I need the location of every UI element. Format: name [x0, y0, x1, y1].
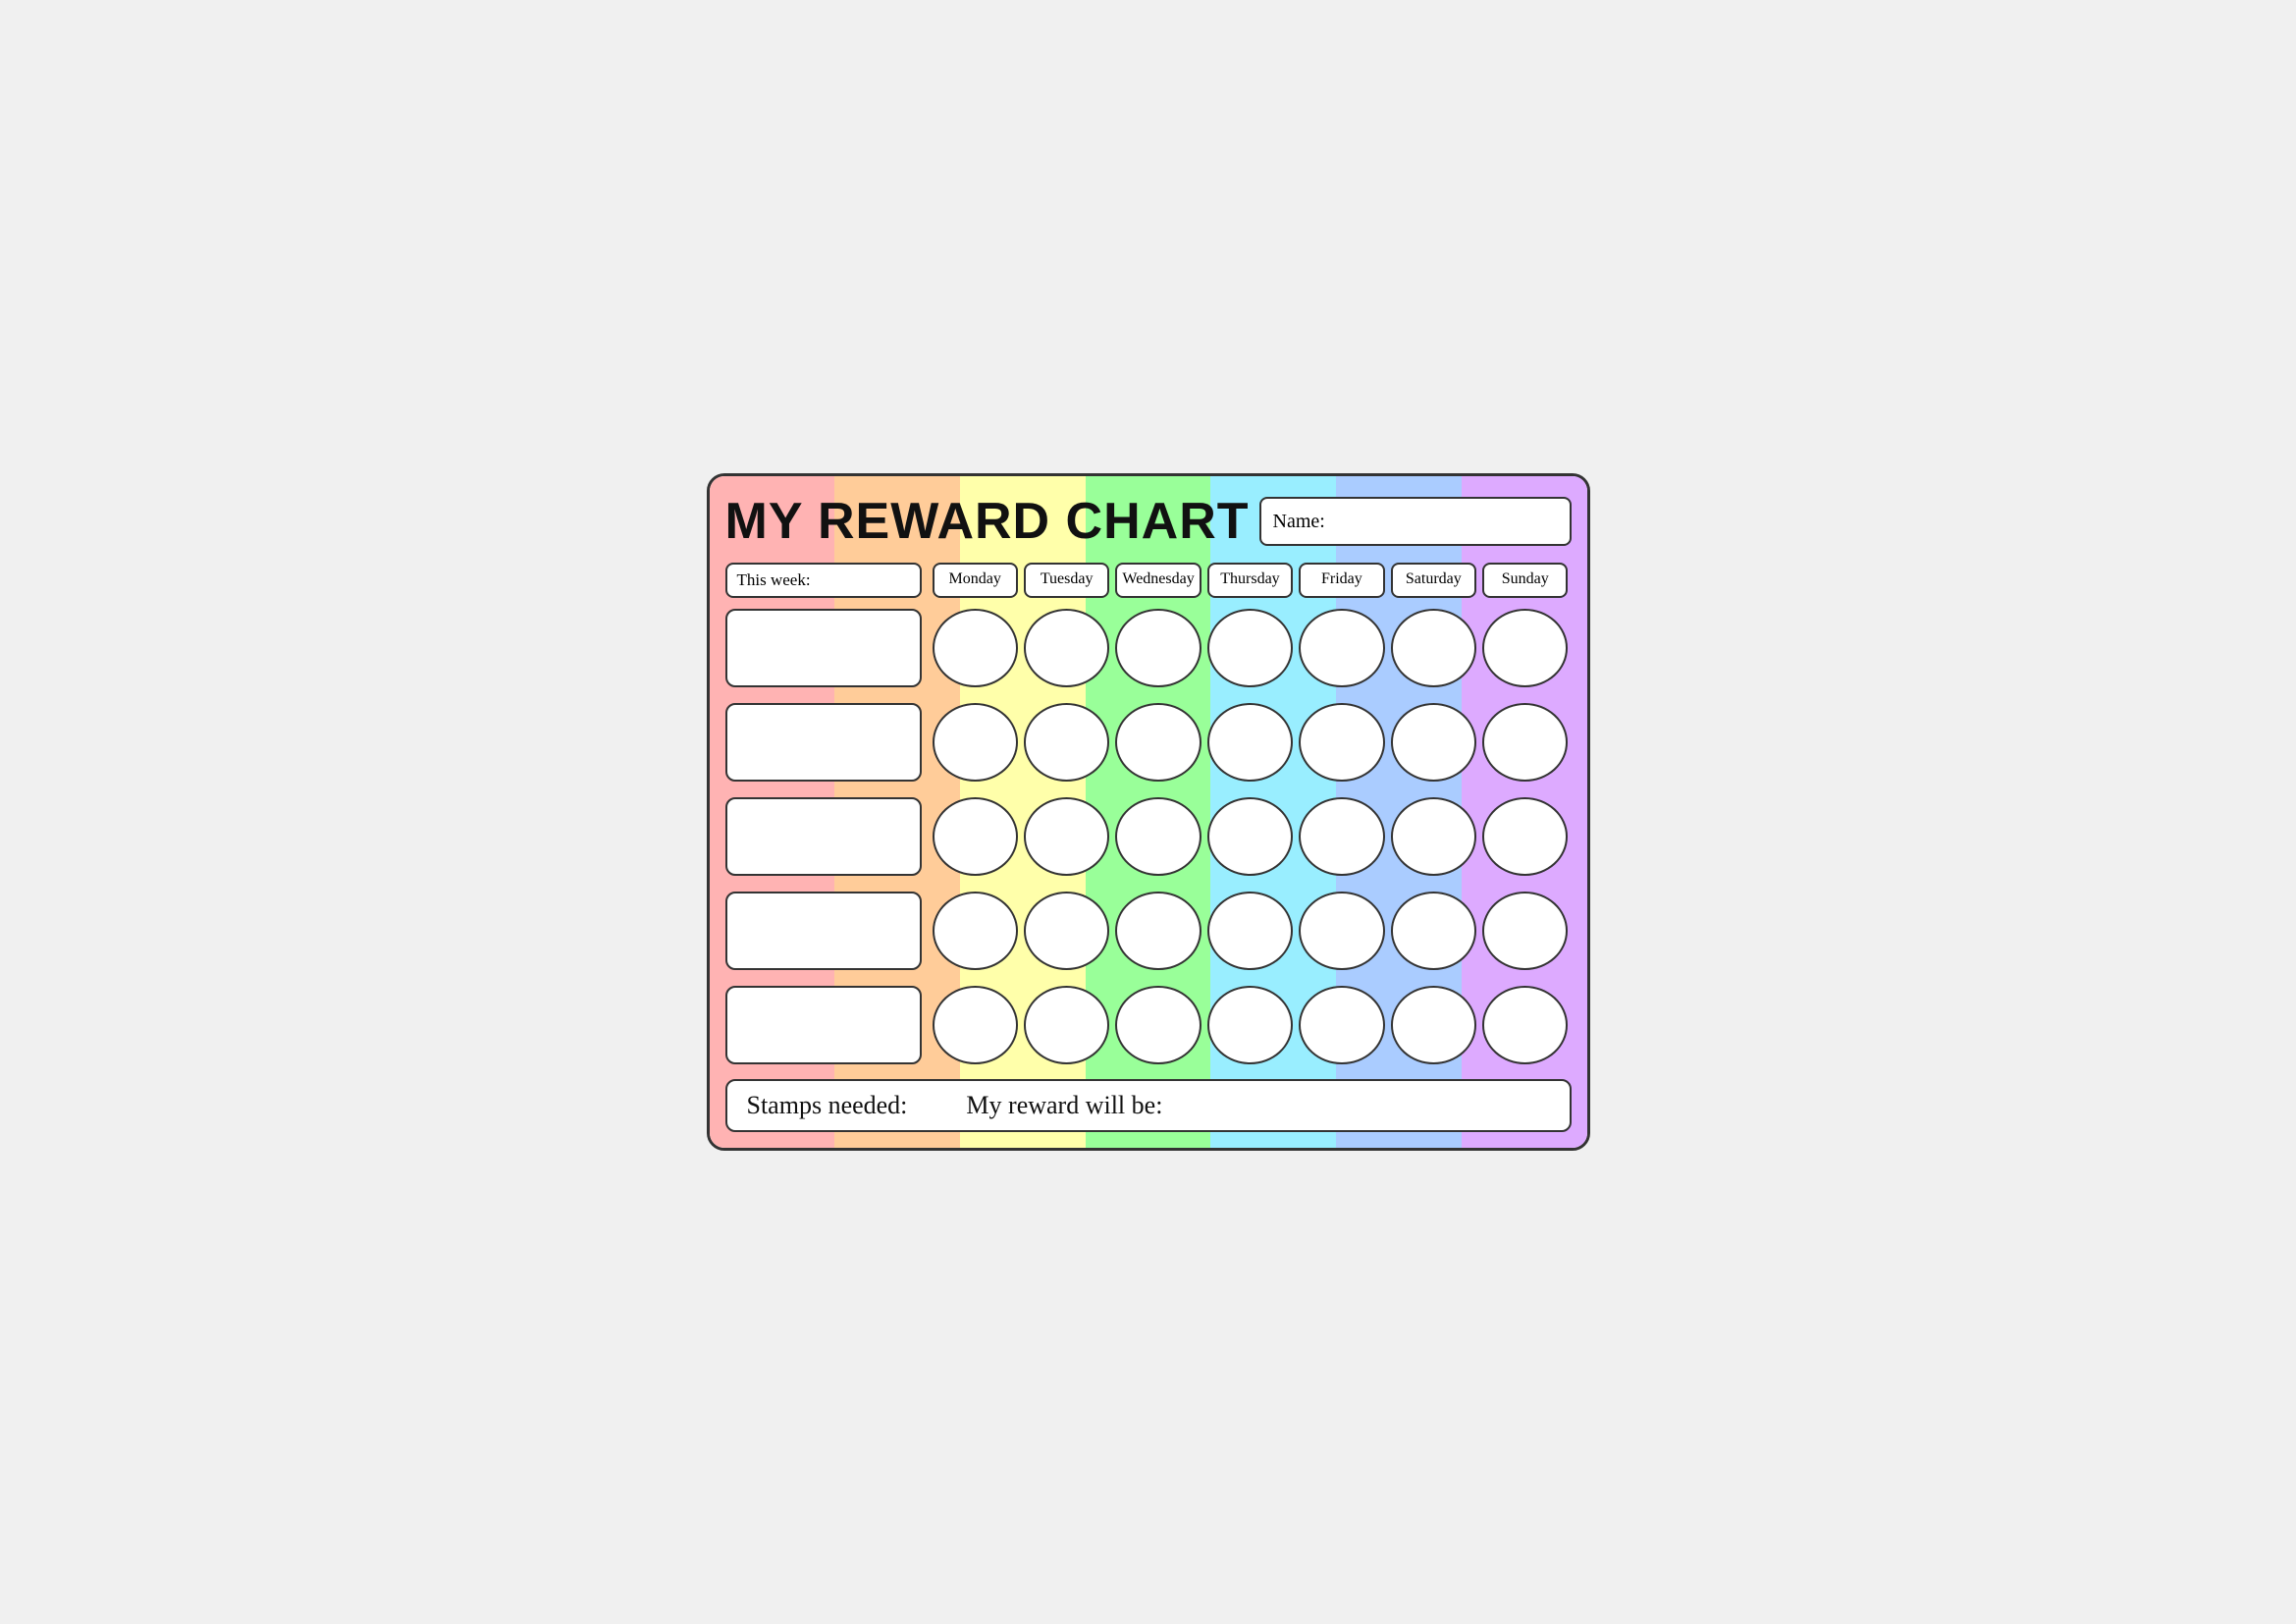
day-cells-2 — [930, 703, 1572, 782]
day-header-saturday: Saturday — [1391, 563, 1476, 598]
stamps-needed-label: Stamps needed: — [747, 1091, 908, 1120]
day-cells-5 — [930, 986, 1572, 1064]
stamp-4-fri[interactable] — [1299, 892, 1384, 970]
stamp-5-tue[interactable] — [1024, 986, 1109, 1064]
stamp-3-thu[interactable] — [1207, 797, 1293, 876]
stamp-2-wed[interactable] — [1115, 703, 1201, 782]
stamp-5-sat[interactable] — [1391, 986, 1476, 1064]
stamp-3-fri[interactable] — [1299, 797, 1384, 876]
stamp-3-wed[interactable] — [1115, 797, 1201, 876]
task-box-4[interactable] — [725, 892, 922, 970]
stamp-4-mon[interactable] — [933, 892, 1018, 970]
stamp-4-thu[interactable] — [1207, 892, 1293, 970]
stamp-4-sat[interactable] — [1391, 892, 1476, 970]
stamp-2-tue[interactable] — [1024, 703, 1109, 782]
stamp-1-wed[interactable] — [1115, 609, 1201, 687]
this-week-header: This week: — [725, 563, 922, 598]
stamp-2-thu[interactable] — [1207, 703, 1293, 782]
task-box-2[interactable] — [725, 703, 922, 782]
task-row-1 — [725, 604, 1572, 692]
stamp-5-mon[interactable] — [933, 986, 1018, 1064]
name-box[interactable]: Name: — [1259, 497, 1572, 546]
task-box-5[interactable] — [725, 986, 922, 1064]
header-row: MY REWARD CHART Name: — [725, 492, 1572, 551]
stamp-1-tue[interactable] — [1024, 609, 1109, 687]
stamp-1-mon[interactable] — [933, 609, 1018, 687]
stamp-1-thu[interactable] — [1207, 609, 1293, 687]
chart-title: MY REWARD CHART — [725, 492, 1250, 551]
stamp-2-fri[interactable] — [1299, 703, 1384, 782]
task-row-3 — [725, 792, 1572, 881]
stamp-4-sun[interactable] — [1482, 892, 1568, 970]
day-header-friday: Friday — [1299, 563, 1384, 598]
stamp-4-tue[interactable] — [1024, 892, 1109, 970]
stamp-5-fri[interactable] — [1299, 986, 1384, 1064]
stamp-3-sun[interactable] — [1482, 797, 1568, 876]
reward-will-be-label: My reward will be: — [966, 1091, 1162, 1120]
stamp-1-sun[interactable] — [1482, 609, 1568, 687]
day-cells-1 — [930, 609, 1572, 687]
day-header-monday: Monday — [933, 563, 1018, 598]
stamp-1-fri[interactable] — [1299, 609, 1384, 687]
name-label: Name: — [1273, 511, 1325, 533]
task-row-5 — [725, 981, 1572, 1069]
stamp-5-thu[interactable] — [1207, 986, 1293, 1064]
day-cells-4 — [930, 892, 1572, 970]
stamp-3-sat[interactable] — [1391, 797, 1476, 876]
footer-row: Stamps needed: My reward will be: — [725, 1079, 1572, 1132]
day-header-thursday: Thursday — [1207, 563, 1293, 598]
day-header-sunday: Sunday — [1482, 563, 1568, 598]
day-cells-3 — [930, 797, 1572, 876]
stamp-2-mon[interactable] — [933, 703, 1018, 782]
task-box-3[interactable] — [725, 797, 922, 876]
day-header-tuesday: Tuesday — [1024, 563, 1109, 598]
stamp-1-sat[interactable] — [1391, 609, 1476, 687]
reward-chart: MY REWARD CHART Name: This week: Monday … — [707, 473, 1590, 1151]
stamp-5-wed[interactable] — [1115, 986, 1201, 1064]
task-row-2 — [725, 698, 1572, 786]
stamp-2-sat[interactable] — [1391, 703, 1476, 782]
grid-rows — [725, 604, 1572, 1069]
day-header-wednesday: Wednesday — [1115, 563, 1201, 598]
stamp-3-tue[interactable] — [1024, 797, 1109, 876]
stamp-5-sun[interactable] — [1482, 986, 1568, 1064]
stamp-3-mon[interactable] — [933, 797, 1018, 876]
task-row-4 — [725, 887, 1572, 975]
stamp-4-wed[interactable] — [1115, 892, 1201, 970]
chart-content: MY REWARD CHART Name: This week: Monday … — [725, 492, 1572, 1132]
task-box-1[interactable] — [725, 609, 922, 687]
days-row: This week: Monday Tuesday Wednesday Thur… — [725, 563, 1572, 598]
stamp-2-sun[interactable] — [1482, 703, 1568, 782]
